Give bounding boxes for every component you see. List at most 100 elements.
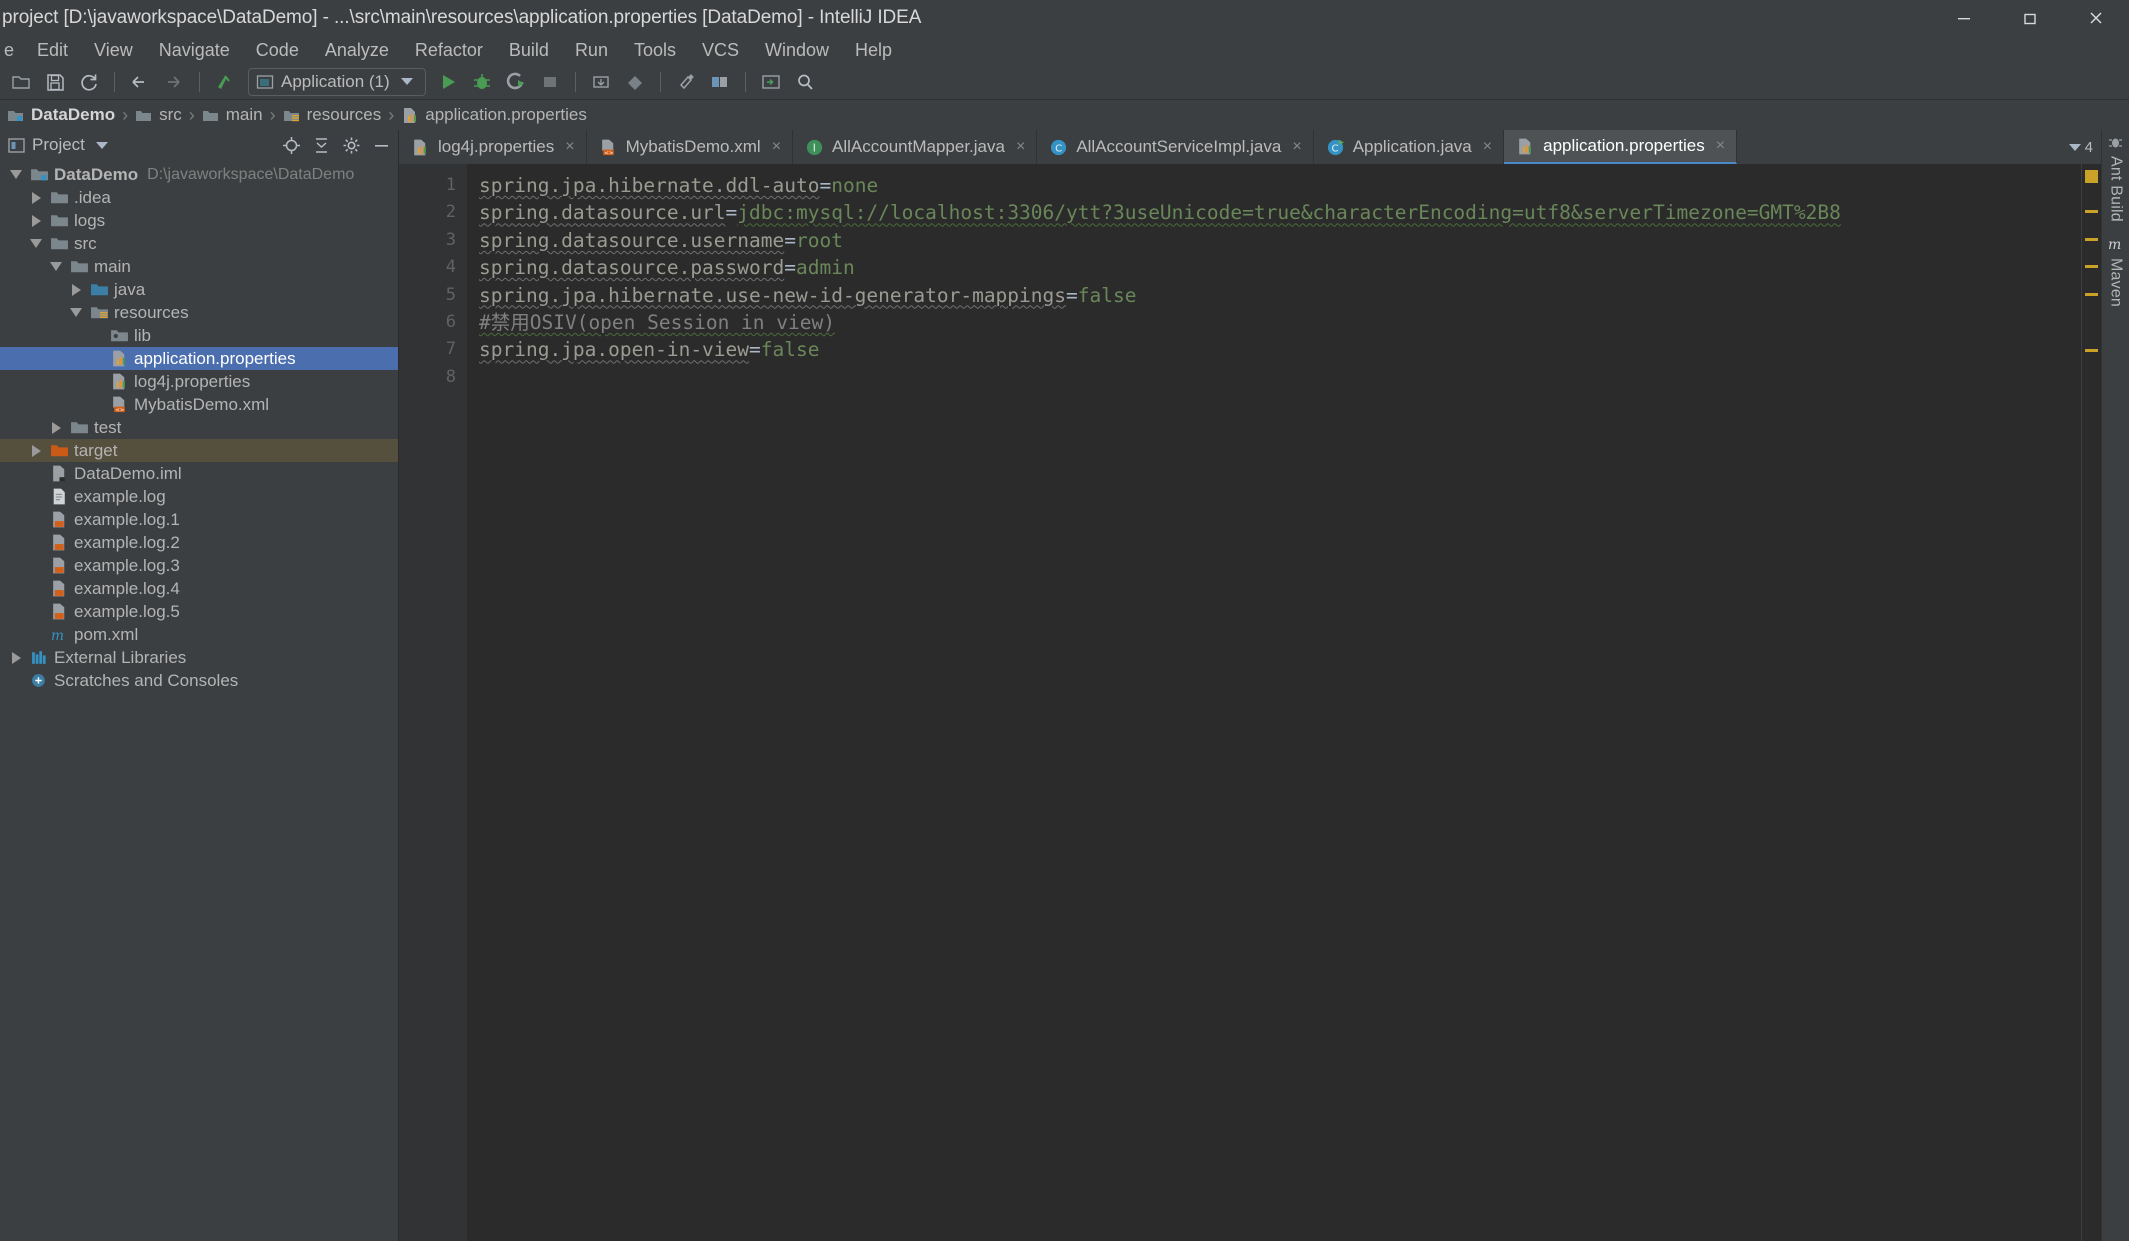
tree-node-main[interactable]: main — [0, 255, 398, 278]
build-icon[interactable] — [208, 67, 242, 97]
hide-icon[interactable] — [372, 136, 391, 155]
search-icon[interactable] — [788, 67, 822, 97]
run-with-coverage-button[interactable] — [499, 67, 533, 97]
tree-node-datademo-iml[interactable]: DataDemo.iml — [0, 462, 398, 485]
tree-node-external-libraries[interactable]: External Libraries — [0, 646, 398, 669]
tree-node-mybatisdemo-xml[interactable]: <> MybatisDemo.xml — [0, 393, 398, 416]
editor-tab-mybatisdemo-xml[interactable]: <> MybatisDemo.xml × — [587, 130, 794, 164]
minimize-button[interactable] — [1931, 0, 1997, 36]
select-in-icon[interactable] — [754, 67, 788, 97]
code-line[interactable]: spring.jpa.open-in-view=false — [479, 336, 2081, 363]
chevron-right-icon[interactable] — [46, 421, 66, 434]
tab-close-icon[interactable]: × — [1483, 138, 1492, 156]
project-structure-icon[interactable] — [703, 67, 737, 97]
tree-node-example-log-5[interactable]: example.log.5 — [0, 600, 398, 623]
tab-close-icon[interactable]: × — [1016, 138, 1025, 156]
locate-icon[interactable] — [282, 136, 301, 155]
code-editor[interactable]: spring.jpa.hibernate.ddl-auto=none spring… — [467, 164, 2081, 1241]
menu-help[interactable]: Help — [842, 36, 905, 64]
menu-window[interactable]: Window — [752, 36, 842, 64]
code-line[interactable]: spring.jpa.hibernate.ddl-auto=none — [479, 172, 2081, 199]
tool-button-ant-build[interactable]: Ant Build — [2107, 134, 2125, 222]
commit-icon[interactable] — [618, 67, 652, 97]
tab-close-icon[interactable]: × — [772, 138, 781, 156]
back-icon[interactable] — [123, 67, 157, 97]
tree-node-java[interactable]: java — [0, 278, 398, 301]
collapse-all-icon[interactable] — [312, 136, 331, 155]
code-line[interactable]: #禁用OSIV(open Session in view) — [479, 309, 2081, 336]
chevron-down-icon[interactable] — [66, 308, 86, 317]
debug-button[interactable] — [465, 67, 499, 97]
tree-node-test[interactable]: test — [0, 416, 398, 439]
sync-icon[interactable] — [72, 67, 106, 97]
menu-build[interactable]: Build — [496, 36, 562, 64]
chevron-right-icon[interactable] — [26, 444, 46, 457]
stop-button[interactable] — [533, 67, 567, 97]
tree-node-src[interactable]: src — [0, 232, 398, 255]
chevron-right-icon[interactable] — [26, 191, 46, 204]
open-icon[interactable] — [4, 67, 38, 97]
code-line[interactable]: spring.datasource.username=root — [479, 227, 2081, 254]
tree-node-example-log-3[interactable]: example.log.3 — [0, 554, 398, 577]
tree-node-scratches-and-consoles[interactable]: Scratches and Consoles — [0, 669, 398, 692]
code-line[interactable]: spring.datasource.url=jdbc:mysql://local… — [479, 199, 2081, 226]
tree-node-example-log-4[interactable]: example.log.4 — [0, 577, 398, 600]
editor-tab-application-properties[interactable]: application.properties × — [1504, 130, 1738, 164]
chevron-right-icon[interactable] — [6, 651, 26, 664]
run-button[interactable] — [431, 67, 465, 97]
tree-node-idea[interactable]: .idea — [0, 186, 398, 209]
tree-node-target[interactable]: target — [0, 439, 398, 462]
editor-tab-application-java[interactable]: C Application.java × — [1314, 130, 1505, 164]
chevron-right-icon[interactable] — [66, 283, 86, 296]
menu-run[interactable]: Run — [562, 36, 621, 64]
tab-close-icon[interactable]: × — [565, 138, 574, 156]
tab-close-icon[interactable]: × — [1716, 137, 1725, 155]
menu-refactor[interactable]: Refactor — [402, 36, 496, 64]
code-line[interactable]: spring.jpa.hibernate.use-new-id-generato… — [479, 282, 2081, 309]
maximize-button[interactable] — [1997, 0, 2063, 36]
editor-tab-log4j-properties[interactable]: log4j.properties × — [399, 130, 587, 164]
tab-close-icon[interactable]: × — [1292, 138, 1301, 156]
error-stripe[interactable] — [2081, 164, 2101, 1241]
chevron-down-icon[interactable] — [6, 170, 26, 179]
tool-button-maven[interactable]: m Maven — [2107, 236, 2125, 307]
menu-vcs[interactable]: VCS — [689, 36, 752, 64]
menu-view[interactable]: View — [81, 36, 146, 64]
menu-analyze[interactable]: Analyze — [312, 36, 402, 64]
menu-edit[interactable]: Edit — [24, 36, 81, 64]
editor-tab-allaccountmapper-java[interactable]: I AllAccountMapper.java × — [793, 130, 1038, 164]
code-line[interactable]: spring.datasource.password=admin — [479, 254, 2081, 281]
tree-node-log4j-properties[interactable]: log4j.properties — [0, 370, 398, 393]
tree-node-logs[interactable]: logs — [0, 209, 398, 232]
tree-node-example-log-1[interactable]: example.log.1 — [0, 508, 398, 531]
forward-icon[interactable] — [157, 67, 191, 97]
tree-node-resources[interactable]: resources — [0, 301, 398, 324]
close-button[interactable] — [2063, 0, 2129, 36]
breadcrumb-item-main[interactable]: main — [197, 105, 268, 125]
run-configuration-selector[interactable]: Application (1) — [248, 67, 426, 96]
update-project-icon[interactable] — [584, 67, 618, 97]
menu-tools[interactable]: Tools — [621, 36, 689, 64]
tree-node-example-log[interactable]: example.log — [0, 485, 398, 508]
chevron-right-icon[interactable] — [26, 214, 46, 227]
settings-icon[interactable] — [669, 67, 703, 97]
breadcrumb-item-file[interactable]: application.properties — [396, 105, 592, 125]
menu-file[interactable]: e — [0, 36, 24, 64]
project-tree[interactable]: DataDemo D:\javaworkspace\DataDemo .idea lo… — [0, 160, 398, 1241]
tree-node-application-properties[interactable]: application.properties — [0, 347, 398, 370]
chevron-down-icon[interactable] — [95, 141, 108, 149]
tree-node-example-log-2[interactable]: example.log.2 — [0, 531, 398, 554]
editor-tab-allaccountserviceimpl-java[interactable]: C AllAccountServiceImpl.java × — [1037, 130, 1314, 164]
tree-node-lib[interactable]: lib — [0, 324, 398, 347]
chevron-down-icon[interactable] — [26, 239, 46, 248]
chevron-down-icon[interactable] — [46, 262, 66, 271]
code-line[interactable] — [479, 364, 2081, 391]
tree-node-pom-xml[interactable]: m pom.xml — [0, 623, 398, 646]
menu-code[interactable]: Code — [243, 36, 312, 64]
tree-node-datademo[interactable]: DataDemo D:\javaworkspace\DataDemo — [0, 163, 398, 186]
breadcrumb-item-resources[interactable]: resources — [278, 105, 387, 125]
gear-icon[interactable] — [342, 136, 361, 155]
menu-navigate[interactable]: Navigate — [146, 36, 243, 64]
breadcrumb-item-src[interactable]: src — [130, 105, 187, 125]
tab-overflow-button[interactable]: 4 — [2057, 130, 2101, 164]
